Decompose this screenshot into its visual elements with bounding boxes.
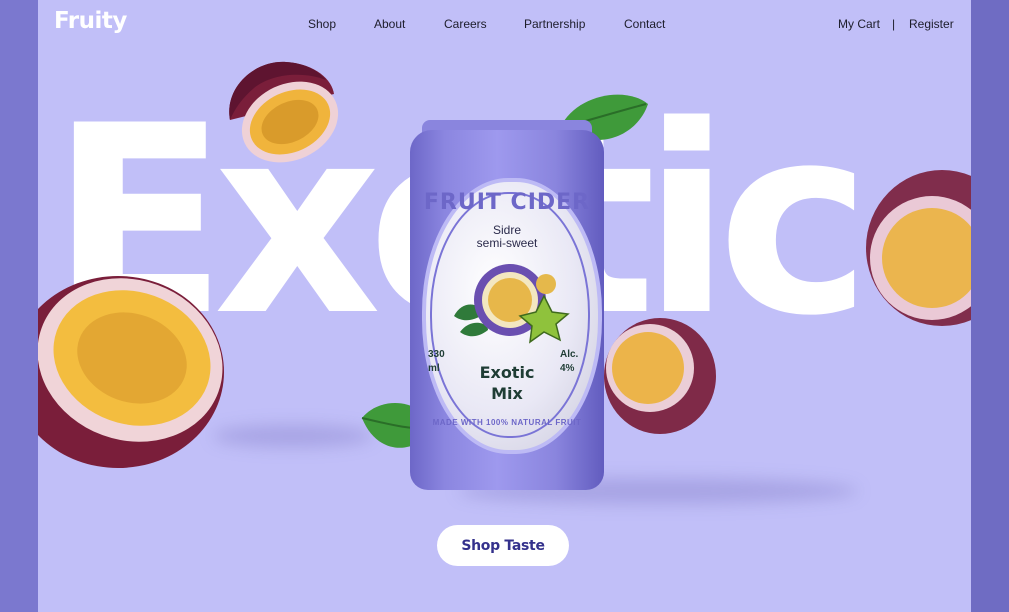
passion-fruit-right-icon (866, 170, 971, 326)
fruit-illustration-icon (454, 264, 570, 344)
passion-fruit-top-icon (229, 61, 339, 163)
my-cart-link[interactable]: My Cart (838, 17, 880, 31)
register-link[interactable]: Register (909, 17, 954, 31)
product-brand-line: FRUIT CIDER (423, 190, 591, 215)
passion-fruit-left-icon (38, 276, 224, 468)
nav-careers[interactable]: Careers (444, 17, 487, 31)
product-variety: Sidre (492, 223, 521, 237)
product-tagline: MADE WITH 100% NATURAL FRUIT (432, 418, 582, 427)
nav-contact[interactable]: Contact (624, 17, 665, 31)
fruit-shadow (213, 425, 373, 447)
product-name-line2: Mix (491, 384, 523, 403)
shop-taste-button[interactable]: Shop Taste (437, 525, 569, 566)
passion-fruit-center-icon (604, 318, 716, 434)
product-sweetness: semi-sweet (476, 236, 538, 250)
nav-shop[interactable]: Shop (308, 17, 336, 31)
product-volume-number: 330 (428, 349, 445, 360)
product-name-line1: Exotic (479, 363, 535, 382)
page-edge (971, 0, 1009, 612)
hero-section: Fruity Shop About Careers Partnership Co… (38, 0, 971, 612)
cider-can[interactable]: FRUIT CIDER Sidre semi-sweet 330 ml Alc.… (410, 120, 608, 495)
nav-about[interactable]: About (374, 17, 405, 31)
brand-logo[interactable]: Fruity (54, 8, 127, 34)
nav-separator: | (892, 17, 896, 31)
nav-partnership[interactable]: Partnership (524, 17, 585, 31)
product-alcohol-label: Alc. (560, 349, 579, 360)
